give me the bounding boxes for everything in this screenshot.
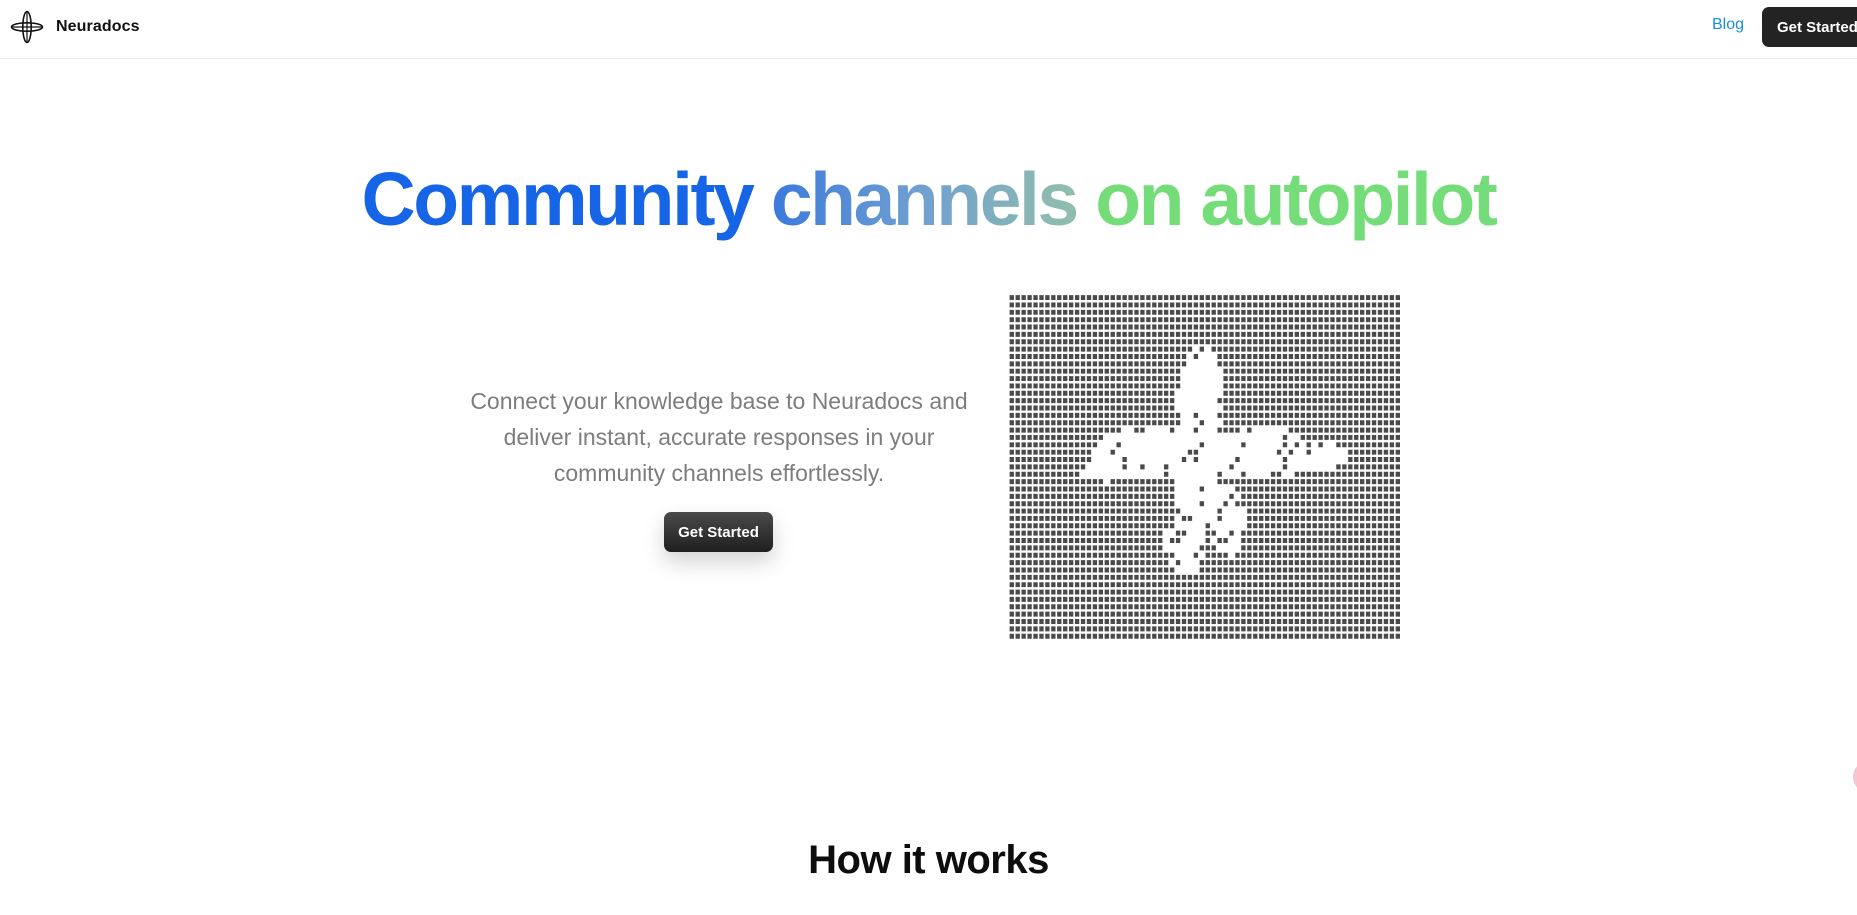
brand-name: Neuradocs — [56, 18, 140, 35]
hero-title-channels: channels — [770, 157, 1096, 241]
hero-title-autopilot: on autopilot — [1095, 157, 1498, 241]
top-nav: Neuradocs Blog Get Started — [0, 0, 1857, 59]
hero-title: Community channels on autopilot — [0, 158, 1857, 241]
ascii-art-illustration — [1009, 295, 1400, 639]
nav-blog-link[interactable]: Blog — [1712, 16, 1744, 34]
brand-link[interactable]: Neuradocs — [10, 10, 140, 44]
hero-get-started-button[interactable]: Get Started — [664, 512, 773, 552]
hero-subtitle: Connect your knowledge base to Neuradocs… — [470, 388, 968, 486]
chat-widget-edge[interactable] — [1853, 764, 1857, 790]
nav-get-started-button[interactable]: Get Started — [1762, 7, 1857, 47]
hero-title-community: Community — [361, 157, 771, 241]
ascii-art-glyphs — [1009, 295, 1400, 639]
how-it-works-heading: How it works — [808, 838, 1049, 882]
brand-logo-icon — [10, 10, 44, 44]
